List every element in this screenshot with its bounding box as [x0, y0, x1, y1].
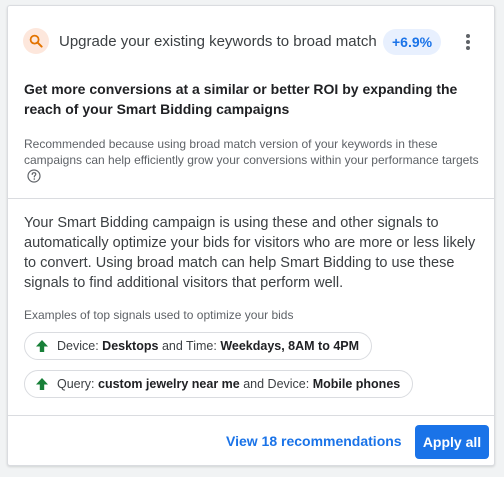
- signal-key: Query:: [57, 377, 95, 391]
- recommendation-title: Upgrade your existing keywords to broad …: [59, 33, 377, 50]
- arrow-up-icon: [35, 377, 49, 391]
- lift-badge: +6.9%: [383, 29, 442, 55]
- examples-label: Examples of top signals used to optimize…: [24, 308, 294, 322]
- signal-chip: Query: custom jewelry near me and Device…: [24, 370, 414, 398]
- signal-chip: Device: Desktops and Time: Weekdays, 8AM…: [24, 332, 373, 360]
- more-vert-icon[interactable]: [456, 30, 480, 54]
- recommendation-reason: Recommended because using broad match ve…: [24, 136, 479, 187]
- signal-value: custom jewelry near me: [98, 377, 240, 391]
- recommendation-headline: Get more conversions at a similar or bet…: [24, 81, 458, 117]
- signal-key: Device:: [57, 339, 99, 353]
- footer-divider: [8, 415, 494, 416]
- signal-value: Desktops: [102, 339, 159, 353]
- card-header: Upgrade your existing keywords to broad …: [8, 6, 494, 80]
- signal-value: Mobile phones: [312, 377, 401, 391]
- help-icon[interactable]: [27, 169, 41, 187]
- signal-connector: and Time:: [161, 339, 217, 353]
- signal-value: Weekdays, 8AM to 4PM: [220, 339, 360, 353]
- section-divider: [8, 198, 494, 199]
- signal-connector: and Device:: [243, 377, 310, 391]
- view-recommendations-link[interactable]: View 18 recommendations: [226, 433, 402, 449]
- arrow-up-icon: [35, 339, 49, 353]
- apply-all-button[interactable]: Apply all: [415, 425, 489, 459]
- reason-text: Recommended because using broad match ve…: [24, 137, 479, 167]
- search-icon: [23, 28, 49, 54]
- recommendation-card: Upgrade your existing keywords to broad …: [7, 5, 495, 466]
- signals-explanation: Your Smart Bidding campaign is using the…: [24, 215, 476, 291]
